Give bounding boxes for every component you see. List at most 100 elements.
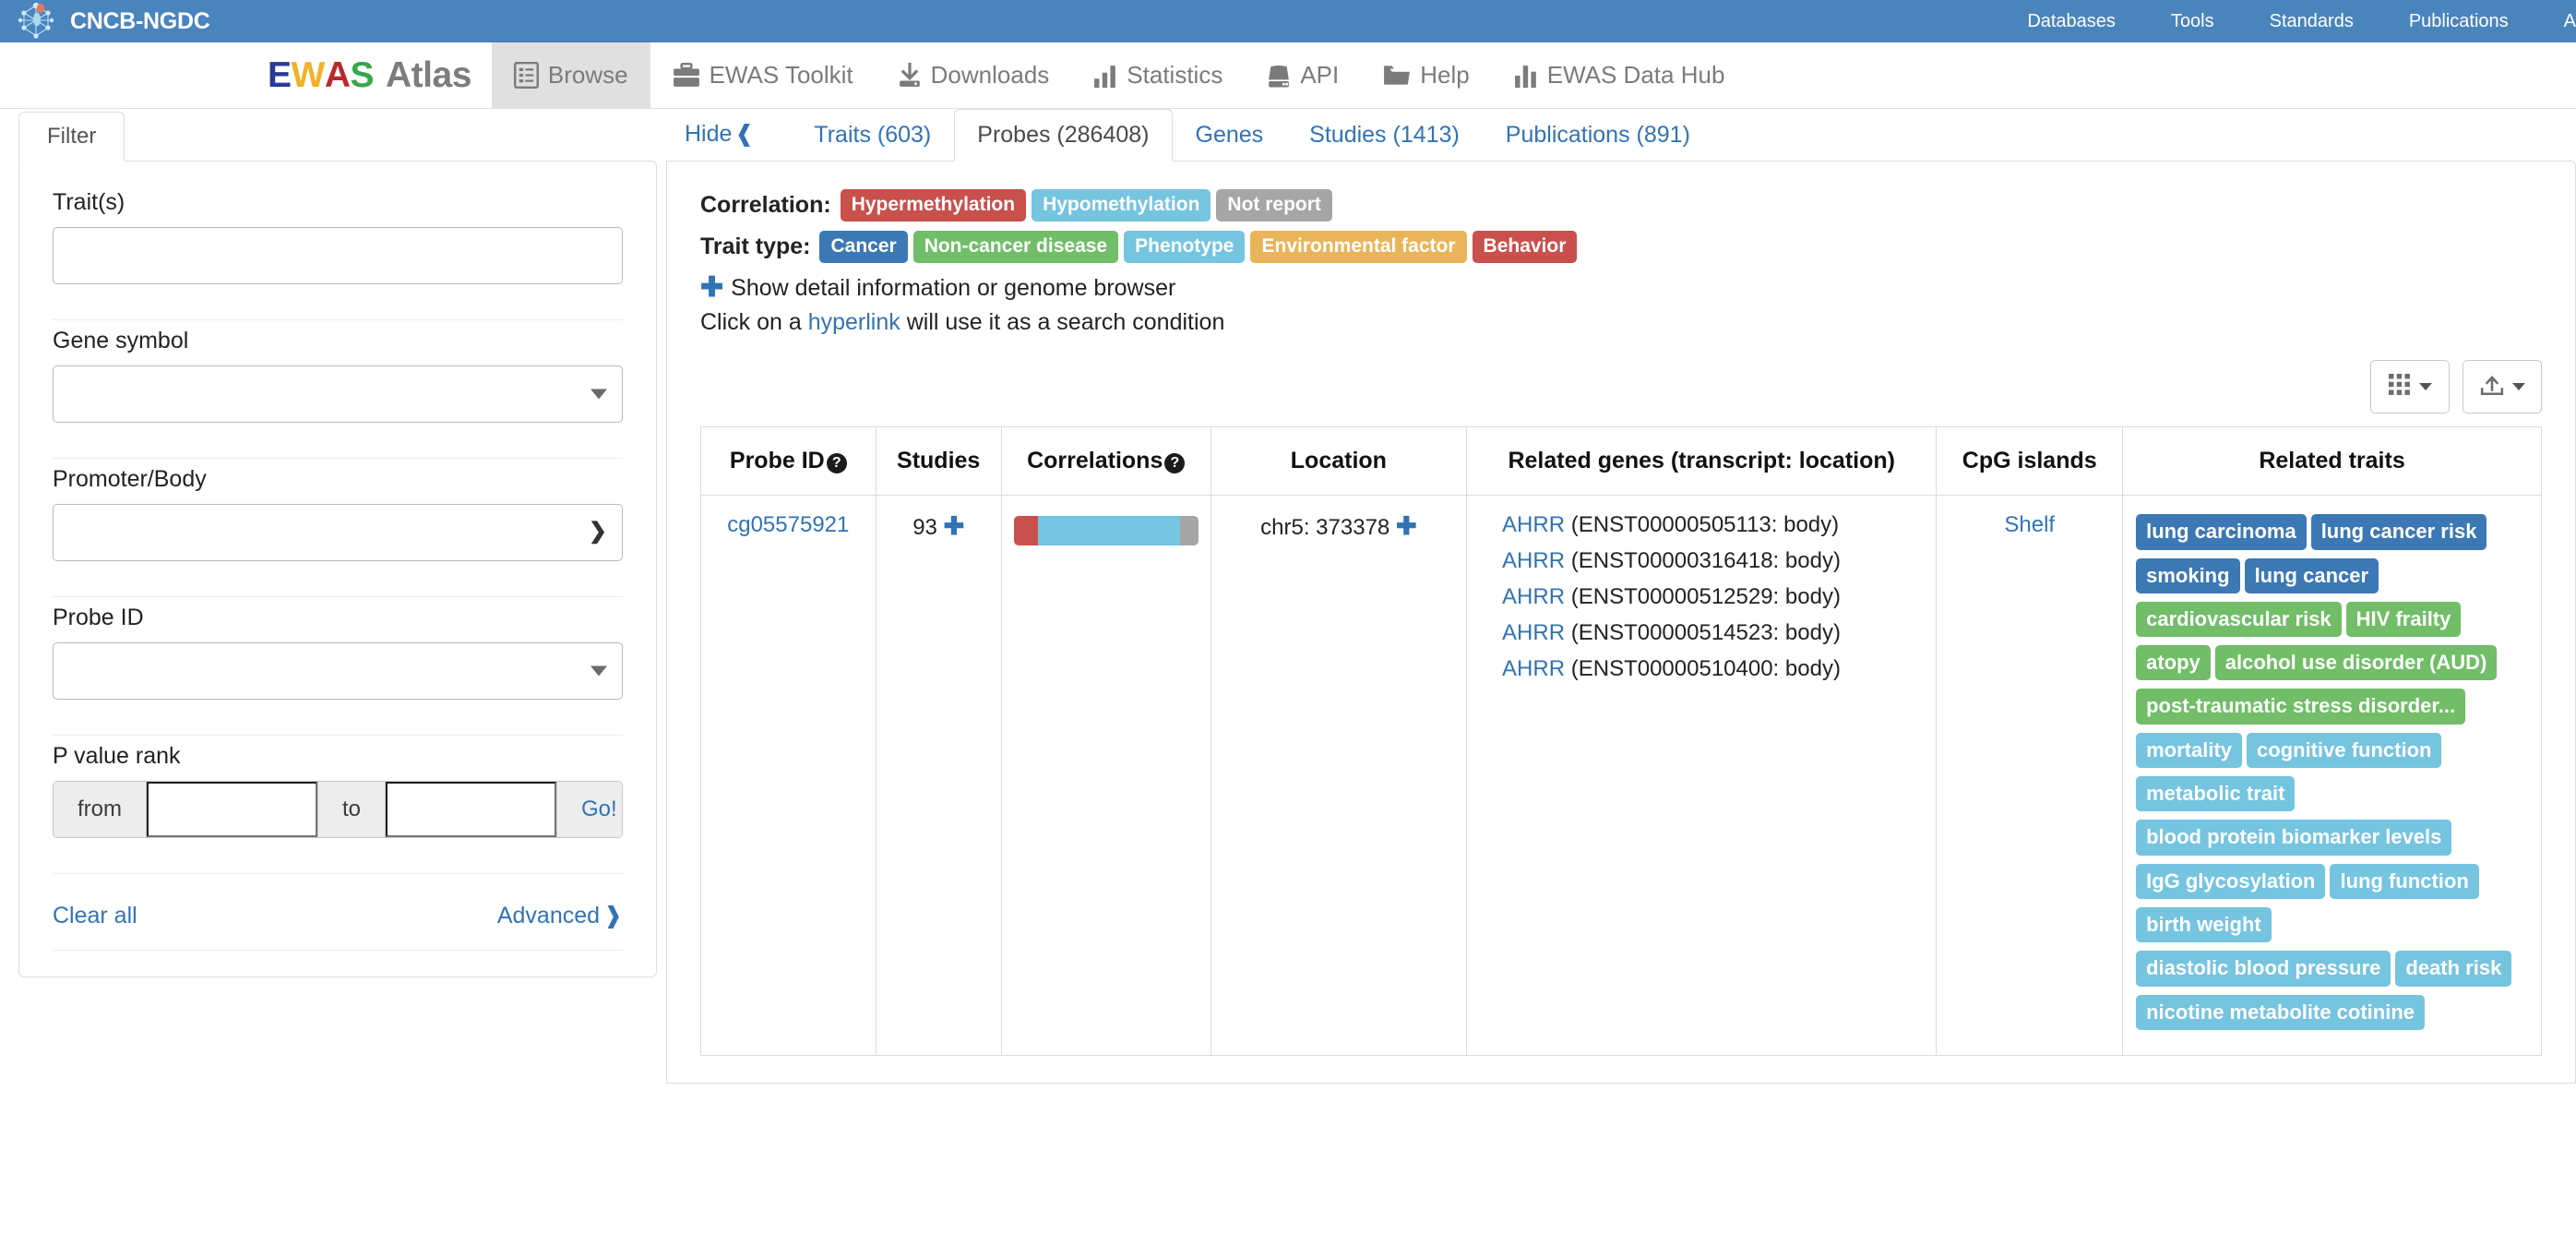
legend-pill-behavior[interactable]: Behavior [1472,231,1578,264]
chevron-down-icon [2511,383,2525,391]
topnav-item-databases[interactable]: Databases [1999,11,2143,32]
trait-badge[interactable]: metabolic trait [2136,776,2296,812]
table-header-row: Probe ID? Studies Correlations? Location… [700,426,2542,497]
gene-detail: (ENST00000510400: body) [1570,656,1841,682]
pvr-to-label: to [317,782,387,837]
trait-badge[interactable]: atopy [2136,645,2211,681]
header-related-traits[interactable]: Related traits [2122,426,2542,497]
tab-publications[interactable]: Publications (891) [1483,109,1713,162]
show-detail-note[interactable]: ✚ Show detail information or genome brow… [700,274,2542,302]
header-location[interactable]: Location [1210,426,1468,497]
probe-id-link[interactable]: cg05575921 [727,512,849,537]
tab-genes[interactable]: Genes [1173,109,1287,162]
cncb-logo-icon[interactable] [15,2,57,41]
gene-link[interactable]: AHRR [1502,584,1565,609]
trait-badge[interactable]: mortality [2136,732,2243,769]
correlation-bar[interactable] [1013,516,1199,546]
header-studies[interactable]: Studies [875,426,1002,497]
topnav-item-publications[interactable]: Publications [2381,11,2536,32]
trait-badge[interactable]: lung cancer [2244,557,2379,593]
header-probe-id-label: Probe ID [729,448,825,474]
header-cpg-islands[interactable]: CpG islands [1936,426,2124,497]
nav-item-ewas-data-hub[interactable]: EWAS Data Hub [1492,42,1747,108]
pvr-go-button[interactable]: Go! [556,782,622,837]
trait-badge[interactable]: post-traumatic stress disorder... [2136,689,2466,725]
plus-icon[interactable]: ✚ [944,512,965,540]
gene-symbol-select[interactable] [53,365,623,423]
tab-probes[interactable]: Probes (286408) [954,109,1173,162]
cell-studies: 93 ✚ [875,495,1002,1056]
tab-studies[interactable]: Studies (1413) [1286,109,1483,162]
legend-pill-not-report[interactable]: Not report [1216,189,1332,222]
probes-table: Probe ID? Studies Correlations? Location… [700,426,2542,1056]
filter-tab-row: Filter [18,109,657,162]
promoter-body-select[interactable]: ❯ [53,504,623,561]
gene-link[interactable]: AHRR [1502,620,1565,645]
trait-badge[interactable]: HIV frailty [2345,601,2462,638]
header-probe-id[interactable]: Probe ID? [700,426,877,497]
export-button[interactable] [2463,360,2542,414]
legend-pill-hypomethylation[interactable]: Hypomethylation [1032,189,1211,222]
legend-pill-hypermethylation[interactable]: Hypermethylation [840,189,1027,222]
trait-badge[interactable]: smoking [2136,557,2240,593]
columns-button[interactable] [2370,360,2450,414]
cpg-island-link[interactable]: Shelf [2004,512,2055,537]
help-icon[interactable]: ? [1164,453,1186,474]
trait-badge[interactable]: nicotine metabolite cotinine [2136,994,2426,1030]
legend-pill-environmental-factor[interactable]: Environmental factor [1250,231,1467,264]
header-correlations[interactable]: Correlations? [1000,426,1211,497]
nav-label-ewas-toolkit: EWAS Toolkit [709,61,853,89]
nav-item-ewas-toolkit[interactable]: EWAS Toolkit [650,42,876,108]
trait-badge[interactable]: cardiovascular risk [2136,601,2342,638]
tab-traits[interactable]: Traits (603) [791,109,954,162]
chevron-down-icon [590,389,607,400]
legend-pill-cancer[interactable]: Cancer [819,231,908,264]
traits-input[interactable] [53,227,623,284]
gene-link[interactable]: AHRR [1502,512,1565,537]
tab-filter[interactable]: Filter [18,112,125,162]
filter-sidebar: Filter Trait(s) Gene symbol Promoter/Bod… [0,109,657,977]
topnav-item-tools[interactable]: Tools [2143,11,2242,32]
nav-label-downloads: Downloads [930,61,1050,89]
legend-pill-non-cancer-disease[interactable]: Non-cancer disease [912,231,1119,264]
trait-badge[interactable]: cognitive function [2247,732,2442,769]
trait-badge[interactable]: IgG glycosylation [2136,863,2326,899]
trait-badge[interactable]: alcohol use disorder (AUD) [2214,645,2498,681]
pvr-to-input[interactable] [386,782,557,837]
trait-badge[interactable]: death risk [2395,951,2512,987]
page-body: Filter Trait(s) Gene symbol Promoter/Bod… [0,109,2576,1084]
chevron-down-icon: ❱ [603,903,623,929]
ewas-atlas-logo[interactable]: EWAS Atlas [268,42,471,108]
probe-id-select[interactable] [53,642,623,700]
topnav-item-standards[interactable]: Standards [2242,11,2381,32]
pvr-from-input[interactable] [147,782,317,837]
gene-link[interactable]: AHRR [1502,656,1565,681]
correlation-segment-hypomethylation [1037,516,1180,546]
nav-item-statistics[interactable]: Statistics [1071,42,1245,108]
trait-badge[interactable]: lung cancer risk [2310,514,2487,550]
trait-badge[interactable]: lung function [2330,863,2479,899]
filter-footer: Clear all Advanced ❱ [53,902,623,929]
cncb-top-nav: Databases Tools Standards Publications A [1999,11,2576,32]
plus-icon[interactable]: ✚ [1396,512,1417,540]
header-related-genes[interactable]: Related genes (transcript: location) [1466,426,1938,497]
nav-item-help[interactable]: Help [1361,42,1491,108]
gene-link[interactable]: AHRR [1502,548,1565,573]
trait-badge[interactable]: blood protein biomarker levels [2136,820,2452,856]
trait-badge[interactable]: lung carcinoma [2136,514,2307,550]
nav-item-api[interactable]: API [1245,42,1361,108]
logo-letter-a: A [324,54,351,95]
nav-item-browse[interactable]: Browse [491,42,650,108]
advanced-link[interactable]: Advanced ❱ [497,902,623,929]
hyperlink-note-link[interactable]: hyperlink [808,309,900,335]
trait-badge[interactable]: diastolic blood pressure [2136,951,2391,987]
hide-filter-link[interactable]: Hide ❰ [685,120,754,161]
clear-all-link[interactable]: Clear all [53,903,137,929]
help-icon[interactable]: ? [826,453,847,474]
trait-badge[interactable]: birth weight [2136,906,2272,943]
legend-pill-phenotype[interactable]: Phenotype [1124,231,1246,264]
nav-item-downloads[interactable]: Downloads [876,42,1072,108]
hyperlink-note-pre: Click on a [700,309,808,336]
topnav-item-about[interactable]: A [2536,11,2576,32]
label-p-value-rank: P value rank [53,743,181,769]
